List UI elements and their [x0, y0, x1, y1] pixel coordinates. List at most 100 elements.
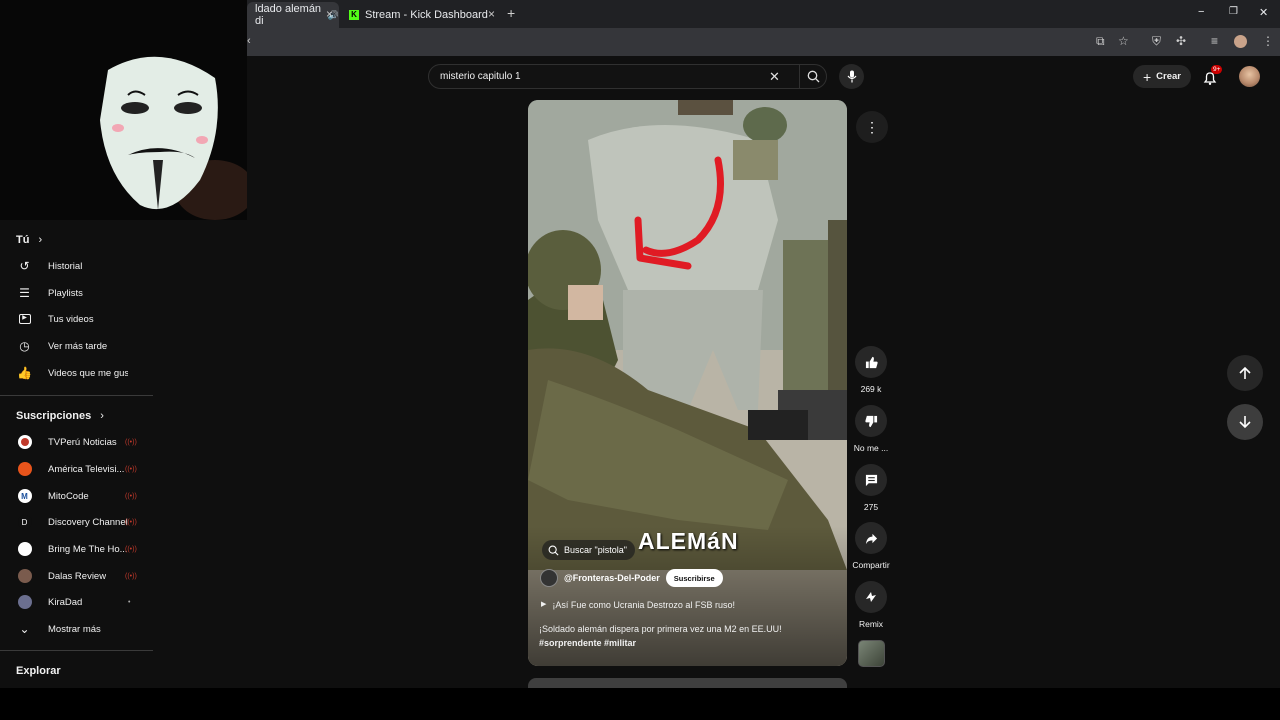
chevron-down-icon: ⌄: [19, 622, 30, 636]
channel-row: @Fronteras-Del-Poder Suscribirse: [540, 568, 723, 588]
close-window-button[interactable]: ✕: [1259, 6, 1268, 19]
sidebar-item-history[interactable]: ↺ Historial: [0, 253, 153, 279]
new-tab-button[interactable]: +: [507, 5, 515, 21]
search-icon: [548, 545, 559, 556]
notifications-button[interactable]: 9+: [1202, 65, 1223, 87]
like-count: 269 k: [860, 384, 882, 394]
live-icon: ((•)): [125, 545, 137, 553]
channel-avatar: [17, 462, 32, 476]
live-icon: ((•)): [125, 572, 137, 580]
install-app-icon[interactable]: ⧉: [1096, 34, 1105, 49]
subscriptions-section-title[interactable]: Suscripciones ›: [16, 410, 104, 422]
previous-short-button[interactable]: [1227, 355, 1263, 391]
remix-icon: [866, 592, 876, 602]
search-box[interactable]: misterio capitulo 1 ✕: [428, 64, 827, 89]
channel-avatar[interactable]: [540, 569, 558, 587]
maximize-button[interactable]: ❐: [1229, 6, 1238, 17]
live-icon: ((•)): [125, 492, 137, 500]
channel-avatar: [17, 595, 32, 609]
profile-avatar-icon[interactable]: [1234, 35, 1247, 48]
next-short-button[interactable]: [1227, 404, 1263, 440]
extensions-puzzle-icon[interactable]: ✣: [1176, 34, 1186, 48]
share-label: Compartir: [852, 560, 890, 570]
tab-close-icon[interactable]: ×: [326, 7, 333, 21]
channel-avatar: [17, 569, 32, 583]
sound-thumbnail[interactable]: [858, 640, 885, 667]
media-control-icon[interactable]: ≡: [1211, 34, 1218, 48]
channel-name[interactable]: @Fronteras-Del-Poder: [564, 573, 660, 583]
sidebar-item-your-videos[interactable]: ▶ Tus videos: [0, 306, 153, 332]
tab-close-icon[interactable]: ×: [488, 7, 495, 21]
arrow-down-icon: [1239, 416, 1251, 429]
search-icon: [807, 70, 820, 83]
live-icon: ((•)): [125, 465, 137, 473]
plus-icon: +: [1142, 68, 1152, 85]
browser-menu-icon[interactable]: ⋮: [1262, 34, 1274, 48]
voice-search-button[interactable]: [839, 64, 864, 89]
related-video-link[interactable]: ▶ ¡Así Fue como Ucrania Destrozo al FSB …: [541, 600, 735, 610]
live-icon: ((•)): [125, 518, 137, 526]
watch-later-icon: ◷: [19, 339, 30, 353]
sidebar-item-subscription[interactable]: Bring Me The Ho... ((•)): [0, 536, 153, 562]
shield-extension-icon[interactable]: ⛨: [1152, 34, 1161, 49]
sidebar-item-subscription[interactable]: KiraDad •: [0, 589, 153, 615]
chevron-left-icon[interactable]: ‹: [247, 35, 251, 47]
remix-label: Remix: [858, 619, 884, 629]
playlists-icon: ☰: [19, 286, 30, 300]
channel-avatar: [17, 542, 32, 556]
kick-logo-icon: K: [349, 10, 359, 20]
your-videos-icon: ▶: [17, 312, 32, 327]
show-more-button[interactable]: ⌄ Mostrar más: [0, 616, 153, 642]
sidebar-item-liked-videos[interactable]: 👍 Videos que me gus...: [0, 360, 153, 386]
bottom-black-bar: [0, 688, 1280, 720]
sidebar-item-subscription[interactable]: D Discovery Channel ((•)): [0, 509, 153, 535]
webcam-overlay: [0, 0, 247, 220]
sidebar-item-playlists[interactable]: ☰ Playlists: [0, 280, 153, 306]
sidebar-item-subscription[interactable]: América Televisi... ((•)): [0, 456, 153, 482]
chevron-right-icon: ›: [100, 410, 104, 422]
share-button[interactable]: Compartir: [850, 522, 892, 570]
browser-tab-kick[interactable]: K Stream - Kick Dashboard ×: [341, 2, 501, 28]
short-video-player[interactable]: Buscar "pistola" ALEMáN @Fronteras-Del-P…: [528, 100, 847, 666]
history-icon: ↺: [19, 259, 30, 273]
video-description: ¡Soldado alemán dispera por primera vez …: [539, 624, 782, 634]
sidebar-item-subscription[interactable]: M MitoCode ((•)): [0, 483, 153, 509]
more-options-button[interactable]: ⋮: [856, 111, 888, 143]
dislike-button[interactable]: No me ...: [850, 405, 892, 453]
bookmark-star-icon[interactable]: ☆: [1118, 34, 1129, 48]
arrow-up-icon: [1239, 366, 1251, 379]
subscribe-button[interactable]: Suscribirse: [665, 569, 723, 587]
comments-button[interactable]: 275: [850, 464, 892, 512]
masked-person-image: [0, 0, 247, 220]
like-button[interactable]: 269 k: [850, 346, 892, 394]
tab-title: Stream - Kick Dashboard: [365, 9, 488, 21]
sidebar: Tú › ↺ Historial ☰ Playlists ▶ Tus video…: [0, 220, 153, 720]
comment-count: 275: [863, 502, 879, 512]
sidebar-item-watch-later[interactable]: ◷ Ver más tarde: [0, 333, 153, 359]
channel-avatar: D: [17, 515, 32, 529]
dislike-label: No me ...: [853, 443, 889, 453]
share-icon: [865, 533, 877, 544]
create-button[interactable]: + Crear: [1133, 65, 1191, 88]
search-input[interactable]: misterio capitulo 1: [440, 71, 521, 82]
liked-videos-icon: 👍: [17, 366, 32, 380]
clear-search-icon[interactable]: ✕: [769, 69, 780, 85]
user-avatar[interactable]: [1239, 66, 1260, 87]
you-section-title[interactable]: Tú ›: [16, 234, 42, 246]
minimize-button[interactable]: −: [1198, 6, 1204, 18]
search-suggestion-chip[interactable]: Buscar "pistola": [542, 540, 635, 560]
search-button[interactable]: [799, 65, 827, 88]
tab-title: ldado alemán di: [255, 3, 322, 27]
play-icon: ▶: [541, 601, 547, 608]
browser-tab-active[interactable]: ldado alemán di 🔊 ×: [247, 2, 339, 28]
sidebar-item-subscription[interactable]: Dalas Review ((•)): [0, 563, 153, 589]
sidebar-divider: [0, 395, 153, 396]
explore-section-title[interactable]: Explorar: [16, 665, 61, 677]
sidebar-divider: [0, 650, 153, 651]
comment-icon: [865, 474, 877, 486]
remix-button[interactable]: Remix: [850, 581, 892, 629]
live-icon: ((•)): [125, 438, 137, 446]
notification-badge: 9+: [1211, 65, 1223, 74]
video-hashtags[interactable]: #sorprendente #militar: [539, 638, 636, 648]
sidebar-item-subscription[interactable]: TVPerú Noticias ((•)): [0, 429, 153, 455]
